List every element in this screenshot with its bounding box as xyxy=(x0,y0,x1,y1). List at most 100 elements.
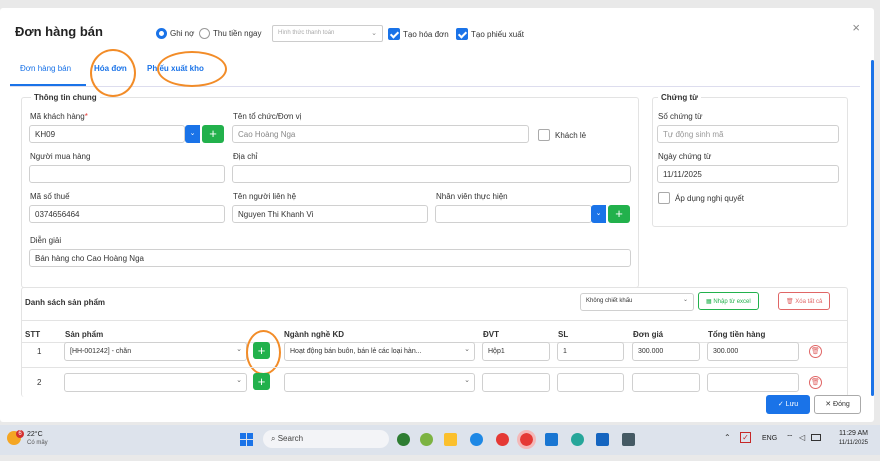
delete-row-icon[interactable]: 🗑 xyxy=(809,376,822,389)
delete-row-icon[interactable]: 🗑 xyxy=(809,345,822,358)
save-button[interactable]: ✓ Lưu xyxy=(766,395,810,414)
dialog-title: Đơn hàng bán xyxy=(15,24,103,39)
discount-select[interactable]: Không chiết khấu ⌄ xyxy=(580,293,694,311)
chevron-down-icon: ⌄ xyxy=(682,297,688,303)
buyer-input[interactable] xyxy=(29,165,225,183)
row-stt: 1 xyxy=(37,347,42,356)
trash-icon: 🗑 xyxy=(786,299,794,305)
add-customer-button[interactable]: + xyxy=(202,125,224,143)
panel-legend: Thông tin chung xyxy=(31,93,100,102)
notification-badge: 6 xyxy=(16,430,24,438)
chevron-down-icon: ⌄ xyxy=(236,377,242,384)
annotation-circle xyxy=(246,330,281,375)
radio-unchecked-icon xyxy=(199,28,210,39)
add-product-button[interactable]: + xyxy=(253,373,270,390)
file-explorer-icon[interactable] xyxy=(444,433,457,446)
employee-label: Nhân viên thực hiện xyxy=(436,192,508,201)
close-icon: ✕ xyxy=(825,401,832,408)
total-input[interactable]: 300.000 xyxy=(707,342,799,361)
col-header-industry: Ngành nghề KD xyxy=(284,330,344,339)
address-input[interactable] xyxy=(232,165,631,183)
speaker-icon[interactable]: ◁ xyxy=(799,433,805,442)
clock-date[interactable]: 11/11/2025 xyxy=(828,440,868,446)
chevron-down-icon: ⌄ xyxy=(236,346,242,353)
zalo-icon[interactable] xyxy=(545,433,558,446)
app-icon[interactable] xyxy=(596,433,609,446)
col-header-stt: STT xyxy=(25,330,41,339)
customer-code-input[interactable]: KH09 xyxy=(29,125,185,143)
windows-taskbar: 6 22°C Có mây ⌕ Search ⌃ ✓ ENG ⌔ ◁ 11:29… xyxy=(0,425,880,455)
wifi-icon[interactable]: ⌔ xyxy=(786,433,794,443)
tab-don-hang-ban[interactable]: Đơn hàng bán xyxy=(20,64,71,73)
employee-select[interactable] xyxy=(435,205,592,223)
chrome-icon[interactable] xyxy=(496,433,509,446)
quantity-input[interactable]: 1 xyxy=(557,342,624,361)
app-icon[interactable] xyxy=(397,433,410,446)
app-tray-icon[interactable]: ✓ xyxy=(740,432,751,443)
weather-text: Có mây xyxy=(27,440,48,446)
delete-all-button[interactable]: 🗑 Xóa tất cả xyxy=(778,292,831,310)
chevron-down-icon: ⌄ xyxy=(464,345,470,353)
col-header-quantity: SL xyxy=(558,330,569,339)
description-input[interactable]: Bán hàng cho Cao Hoàng Nga xyxy=(29,249,631,267)
unit-input[interactable]: Hộp1 xyxy=(482,342,550,361)
checkbox-khach-le[interactable]: Khách lẻ xyxy=(538,129,586,141)
chevron-down-icon: ⌄ xyxy=(464,377,470,384)
unit-price-input[interactable] xyxy=(632,373,700,392)
active-tab-indicator xyxy=(10,84,86,86)
chrome-icon[interactable] xyxy=(517,430,536,449)
radio-thu-tien-ngay[interactable]: Thu tiền ngay xyxy=(199,28,261,39)
col-header-unit-price: Đơn giá xyxy=(633,330,664,339)
close-button[interactable]: ✕ Đóng xyxy=(814,395,861,414)
description-label: Diễn giải xyxy=(30,236,62,245)
checkbox-tao-hoa-don[interactable]: Tạo hóa đơn xyxy=(388,28,449,40)
contact-input[interactable]: Nguyen Thi Khanh Vi xyxy=(232,205,428,223)
organization-input[interactable]: Cao Hoàng Nga xyxy=(232,125,529,143)
app-icon[interactable] xyxy=(571,433,584,446)
checkbox-ap-dung-nghi-quyet[interactable]: Áp dụng nghị quyết xyxy=(658,192,744,204)
product-select[interactable]: ⌄ xyxy=(64,373,247,392)
industry-select[interactable]: Hoạt động bán buôn, bán lẻ các loại hàn.… xyxy=(284,342,475,361)
quantity-input[interactable] xyxy=(557,373,624,392)
chevron-down-icon[interactable]: ⌄ xyxy=(591,205,606,223)
checkbox-checked-icon xyxy=(456,28,468,40)
panel-legend: Chứng từ xyxy=(658,93,701,102)
checkbox-tao-phieu-xuat[interactable]: Tạo phiếu xuất xyxy=(456,28,524,40)
clock-time[interactable]: 11:29 AM xyxy=(828,430,868,437)
add-employee-button[interactable]: + xyxy=(608,205,630,223)
table-divider xyxy=(21,367,848,368)
product-select[interactable]: [HH-001242] - chăn ⌄ xyxy=(64,342,247,361)
contact-label: Tên người liên hệ xyxy=(233,192,297,201)
tax-code-input[interactable]: 0374656464 xyxy=(29,205,225,223)
product-list-title: Danh sách sản phẩm xyxy=(25,298,106,307)
address-label: Địa chỉ xyxy=(233,152,258,161)
language-indicator[interactable]: ENG xyxy=(762,435,777,442)
voucher-number-input[interactable]: Tự động sinh mã xyxy=(657,125,839,143)
search-icon: ⌕ xyxy=(271,434,276,443)
col-header-total: Tổng tiền hàng xyxy=(708,330,766,339)
industry-select[interactable]: ⌄ xyxy=(284,373,475,392)
close-icon[interactable]: × xyxy=(852,20,860,35)
calculator-icon[interactable] xyxy=(622,433,635,446)
checkbox-unchecked-icon xyxy=(538,129,550,141)
checkbox-checked-icon xyxy=(388,28,400,40)
windows-start-icon[interactable] xyxy=(240,433,253,446)
scrollbar[interactable] xyxy=(871,60,874,396)
app-icon[interactable] xyxy=(420,433,433,446)
battery-icon[interactable] xyxy=(811,434,821,441)
edge-icon[interactable] xyxy=(470,433,483,446)
payment-method-select[interactable]: Hình thức thanh toán ⌄ xyxy=(272,25,383,42)
taskbar-search[interactable]: ⌕ Search xyxy=(263,430,389,448)
unit-price-input[interactable]: 300.000 xyxy=(632,342,700,361)
import-excel-button[interactable]: ▦ Nhập từ excel xyxy=(698,292,759,310)
voucher-date-input[interactable]: 11/11/2025 xyxy=(657,165,839,183)
radio-ghi-no[interactable]: Ghi nợ xyxy=(156,28,194,39)
chevron-down-icon[interactable]: ⌄ xyxy=(185,125,200,143)
tab-bar: Đơn hàng bán Hóa đơn Phiếu xuất kho xyxy=(10,54,860,87)
excel-icon: ▦ xyxy=(706,299,712,305)
voucher-date-label: Ngày chứng từ xyxy=(658,152,712,161)
unit-input[interactable] xyxy=(482,373,550,392)
chevron-up-icon[interactable]: ⌃ xyxy=(724,433,731,442)
total-input[interactable] xyxy=(707,373,799,392)
annotation-circle xyxy=(90,49,136,97)
